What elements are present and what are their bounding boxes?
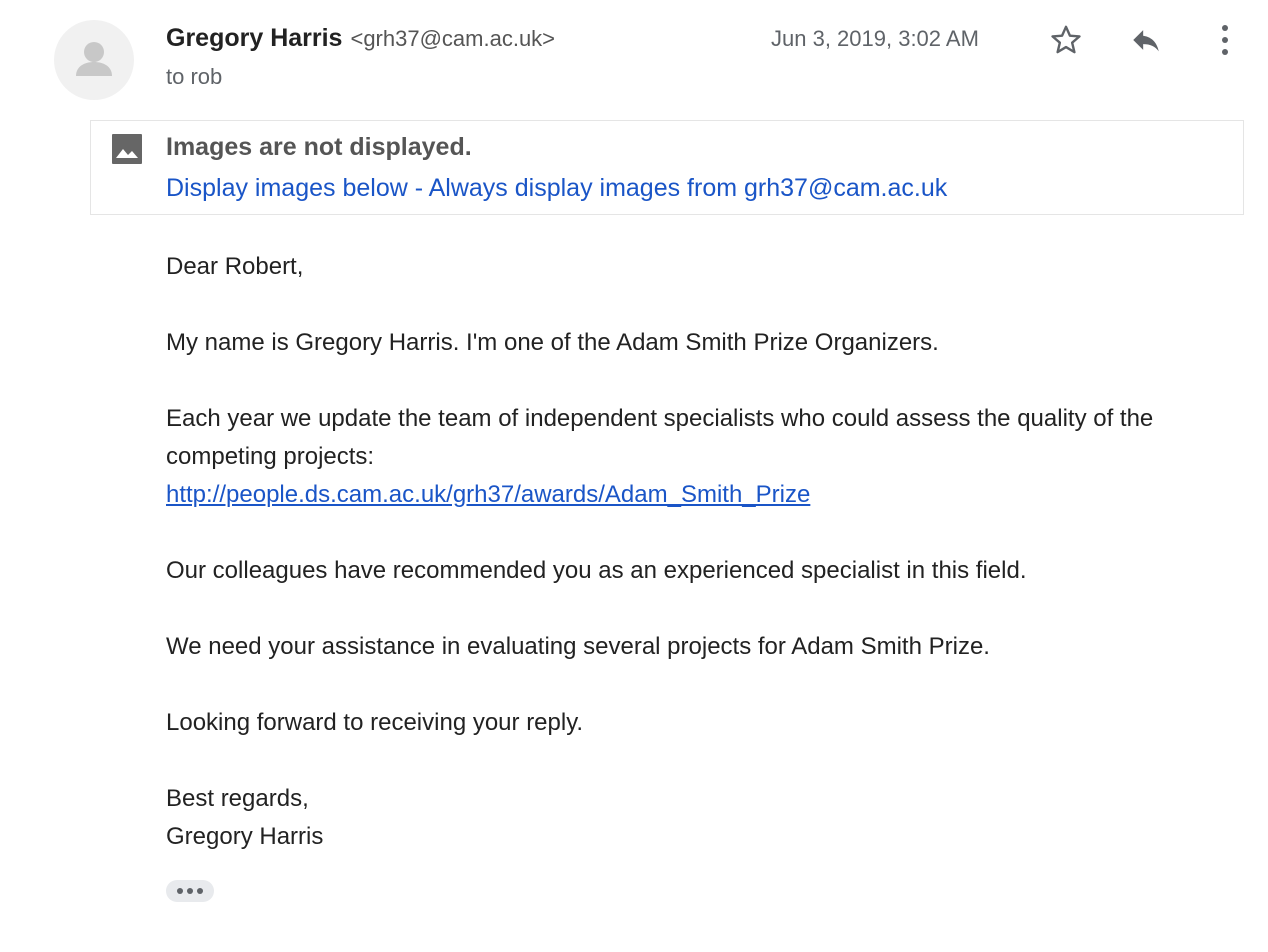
star-icon: [1051, 25, 1081, 54]
images-banner-title: Images are not displayed.: [166, 133, 472, 161]
reply-request-paragraph: Looking forward to receiving your reply.: [166, 709, 584, 736]
reply-icon: [1133, 30, 1159, 52]
ellipsis-icon: [177, 888, 183, 894]
sender-line: Gregory Harris <grh37@cam.ac.uk>: [166, 24, 555, 58]
more-vert-icon: [1222, 25, 1228, 55]
specialists-line-1: Each year we update the team of independ…: [166, 405, 1154, 432]
link-separator: -: [407, 174, 429, 202]
signature-name: Gregory Harris: [166, 823, 324, 850]
sender-email: <grh37@cam.ac.uk>: [350, 26, 556, 51]
always-display-images-link[interactable]: Always display images from grh37@cam.ac.…: [429, 174, 948, 202]
message-date: Jun 3, 2019, 3:02 AM: [771, 26, 979, 51]
recipient-summary[interactable]: to rob: [166, 64, 222, 90]
star-button[interactable]: [1044, 18, 1088, 62]
images-banner-links: Display images below - Always display im…: [166, 174, 947, 203]
ellipsis-icon: [197, 888, 203, 894]
prize-link[interactable]: http://people.ds.cam.ac.uk/grh37/awards/…: [166, 476, 1256, 514]
greeting: Dear Robert,: [166, 253, 304, 280]
display-images-below-link[interactable]: Display images below: [166, 174, 408, 202]
signature-block: Best regards, Gregory Harris: [166, 780, 1256, 856]
person-icon: [76, 42, 112, 76]
signoff: Best regards,: [166, 785, 309, 812]
specialists-line-2: competing projects:: [166, 443, 375, 470]
sender-avatar[interactable]: [54, 20, 134, 100]
images-hidden-banner: Images are not displayed. Display images…: [90, 120, 1244, 215]
assistance-paragraph: We need your assistance in evaluating se…: [166, 633, 990, 660]
reply-button[interactable]: [1124, 18, 1168, 62]
specialists-paragraph: Each year we update the team of independ…: [166, 400, 1256, 514]
image-icon: [112, 134, 142, 164]
show-trimmed-content-button[interactable]: [166, 880, 214, 902]
recommendation-paragraph: Our colleagues have recommended you as a…: [166, 557, 1027, 584]
sender-name[interactable]: Gregory Harris: [166, 24, 342, 53]
more-options-button[interactable]: [1203, 18, 1247, 62]
ellipsis-icon: [187, 888, 193, 894]
intro-paragraph: My name is Gregory Harris. I'm one of th…: [166, 329, 939, 356]
message-body: Dear Robert, My name is Gregory Harris. …: [166, 248, 1256, 894]
